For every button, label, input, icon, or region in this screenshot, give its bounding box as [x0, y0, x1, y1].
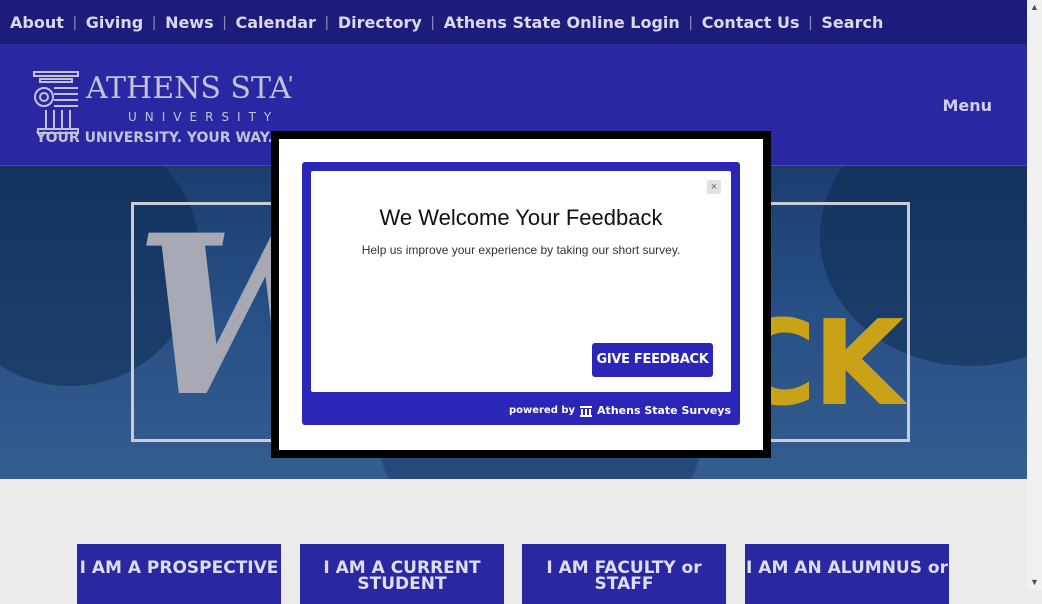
page-scrollbar[interactable]: ▲ ▼ [1027, 0, 1042, 590]
top-utility-nav: About | Giving | News | Calendar | Direc… [0, 0, 1027, 44]
nav-link-about[interactable]: About [10, 13, 64, 32]
role-buttons: I AM A PROSPECTIVE I AM A CURRENT STUDEN… [0, 479, 1027, 604]
close-icon[interactable]: × [707, 180, 721, 194]
survey-invitation: × We Welcome Your Feedback Help us impro… [302, 162, 740, 425]
nav-link-contact-us[interactable]: Contact Us [702, 13, 800, 32]
survey-card: × We Welcome Your Feedback Help us impro… [311, 171, 731, 392]
powered-by-footer: powered by Athens State Surveys [509, 404, 731, 417]
nav-link-news[interactable]: News [165, 13, 214, 32]
nav-separator: | [72, 13, 77, 31]
survey-brand-icon [580, 405, 593, 417]
nav-separator: | [688, 13, 693, 31]
nav-link-giving[interactable]: Giving [86, 13, 143, 32]
nav-link-directory[interactable]: Directory [338, 13, 422, 32]
role-button-current-student[interactable]: I AM A CURRENT STUDENT [300, 544, 504, 604]
scroll-up-arrow-icon[interactable]: ▲ [1027, 0, 1042, 15]
nav-separator: | [324, 13, 329, 31]
nav-link-online-login[interactable]: Athens State Online Login [444, 13, 680, 32]
feedback-modal-body: × We Welcome Your Feedback Help us impro… [279, 139, 763, 450]
role-button-alumnus[interactable]: I AM AN ALUMNUS or [745, 544, 949, 604]
logo-subtitle: UNIVERSITY [128, 110, 279, 124]
feedback-modal: × We Welcome Your Feedback Help us impro… [271, 131, 771, 458]
survey-brand-name: Athens State Surveys [597, 404, 731, 417]
athens-state-logo[interactable]: ATHENS STATE UNIVERSITY YOUR UNIVERSITY.… [32, 70, 292, 144]
powered-by-label: powered by [508, 405, 576, 416]
give-feedback-button[interactable]: GIVE FEEDBACK [592, 343, 713, 377]
logo-tagline: YOUR UNIVERSITY. YOUR WAY. [35, 130, 273, 144]
menu-button[interactable]: Menu [942, 96, 992, 115]
scroll-down-arrow-icon[interactable]: ▼ [1027, 575, 1042, 590]
nav-link-calendar[interactable]: Calendar [236, 13, 316, 32]
nav-separator: | [430, 13, 435, 31]
nav-separator: | [152, 13, 157, 31]
nav-separator: | [808, 13, 813, 31]
nav-separator: | [222, 13, 227, 31]
survey-title: We Welcome Your Feedback [379, 205, 663, 230]
nav-link-search[interactable]: Search [821, 13, 883, 32]
survey-subtitle: Help us improve your experience by takin… [361, 243, 681, 257]
role-button-faculty-staff[interactable]: I AM FACULTY or STAFF [522, 544, 726, 604]
logo-wordmark: ATHENS STATE [85, 71, 292, 106]
role-button-prospective[interactable]: I AM A PROSPECTIVE [77, 544, 281, 604]
